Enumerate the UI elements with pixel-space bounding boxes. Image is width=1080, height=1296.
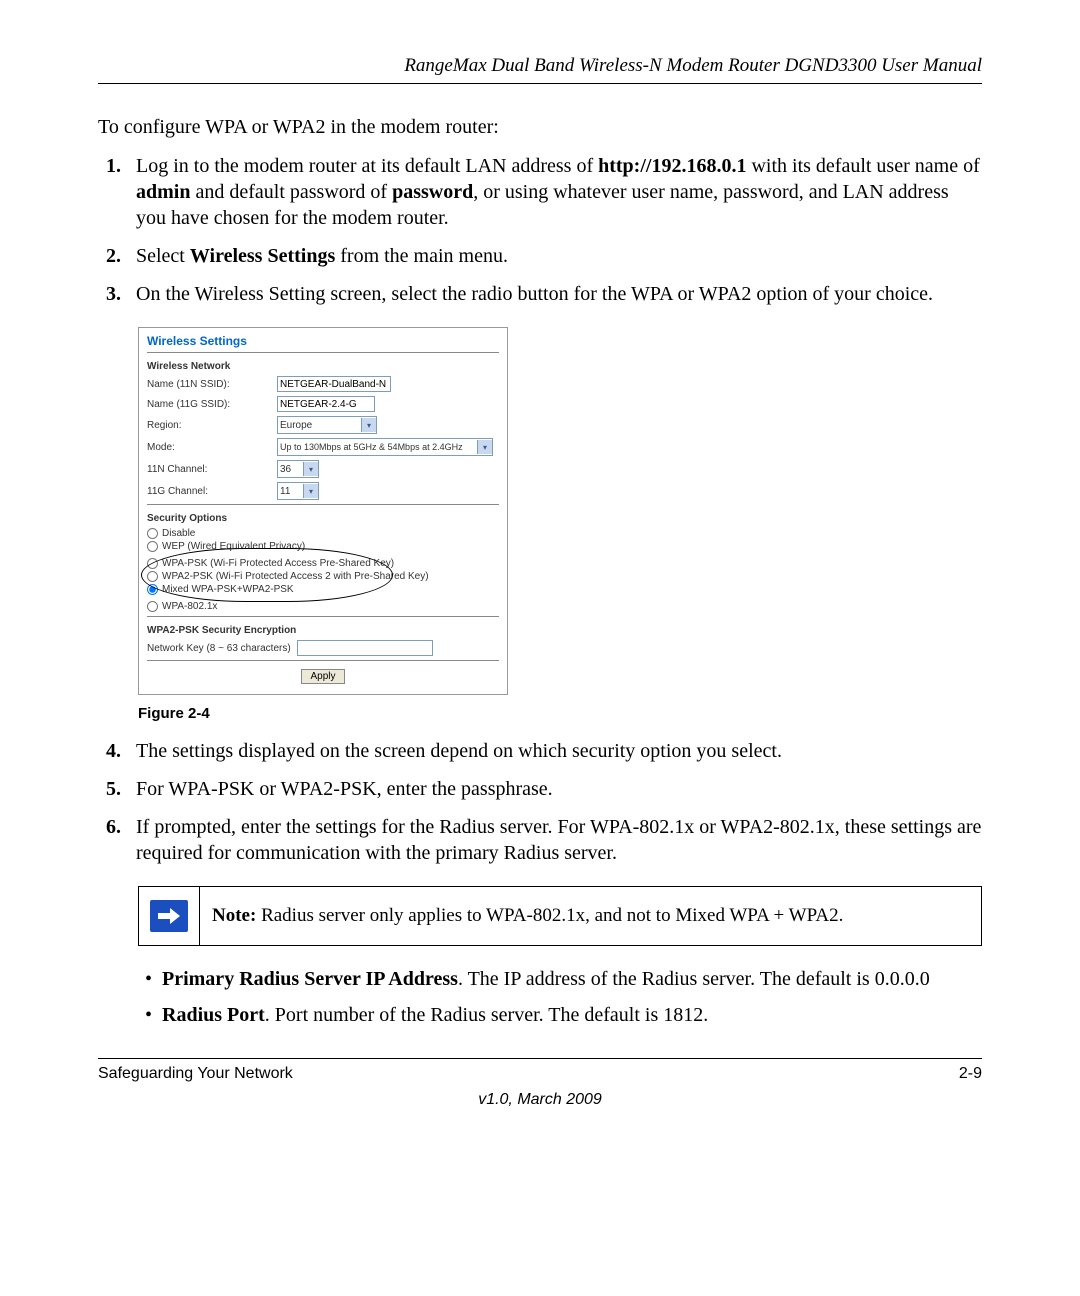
radio-disable-label: Disable	[162, 528, 195, 539]
section-security-options: Security Options	[147, 513, 499, 524]
step2-a: Select	[136, 245, 190, 267]
radio-wpa2-psk-label: WPA2-PSK (Wi-Fi Protected Access 2 with …	[162, 571, 429, 582]
radio-8021x-label: WPA-802.1x	[162, 601, 217, 612]
label-11g-channel: 11G Channel:	[147, 486, 277, 497]
radio-8021x[interactable]: WPA-802.1x	[147, 601, 499, 612]
step-2: Select Wireless Settings from the main m…	[126, 243, 982, 269]
note-text: Note: Radius server only applies to WPA-…	[200, 887, 981, 945]
step-5: For WPA-PSK or WPA2-PSK, enter the passp…	[126, 776, 982, 802]
chevron-down-icon: ▾	[303, 462, 318, 476]
label-network-key: Network Key (8 ~ 63 characters)	[147, 643, 297, 654]
bullet1-text: . The IP address of the Radius server. T…	[458, 968, 930, 990]
label-11n-channel: 11N Channel:	[147, 464, 277, 475]
step2-b: from the main menu.	[335, 245, 508, 267]
radio-mixed[interactable]: Mixed WPA-PSK+WPA2-PSK	[147, 584, 499, 595]
step-3: On the Wireless Setting screen, select t…	[126, 281, 982, 307]
radio-disable[interactable]: Disable	[147, 528, 499, 539]
step1-a: Log in to the modem router at its defaul…	[136, 155, 598, 177]
chevron-down-icon: ▾	[303, 484, 318, 498]
intro-text: To configure WPA or WPA2 in the modem ro…	[98, 116, 982, 139]
bullet2-text: . Port number of the Radius server. The …	[265, 1004, 708, 1026]
select-11n-channel[interactable]: 36 ▾	[277, 460, 319, 478]
bullet1-bold: Primary Radius Server IP Address	[162, 968, 458, 990]
step1-c: and default password of	[190, 181, 392, 203]
bullet-radius-port: Radius Port. Port number of the Radius s…	[162, 1002, 982, 1028]
step1-url: http://192.168.0.1	[598, 155, 746, 177]
input-11n-ssid[interactable]	[277, 376, 391, 392]
select-region-value: Europe	[280, 420, 357, 431]
input-11g-ssid[interactable]	[277, 396, 375, 412]
page-footer: Safeguarding Your Network 2-9	[98, 1058, 982, 1083]
note-body: Radius server only applies to WPA-802.1x…	[256, 905, 843, 926]
radio-wep-label: WEP (Wired Equivalent Privacy)	[162, 541, 305, 552]
step1-pwd: password	[392, 181, 473, 203]
note-box: Note: Radius server only applies to WPA-…	[138, 886, 982, 946]
step1-admin: admin	[136, 181, 190, 203]
label-mode: Mode:	[147, 442, 277, 453]
label-11g-ssid: Name (11G SSID):	[147, 399, 277, 410]
step-4: The settings displayed on the screen dep…	[126, 738, 982, 764]
section-wireless-network: Wireless Network	[147, 361, 499, 372]
input-network-key[interactable]	[297, 640, 433, 656]
callout-circle: WPA-PSK (Wi-Fi Protected Access Pre-Shar…	[147, 554, 499, 599]
select-11n-channel-value: 36	[280, 464, 299, 475]
radio-mixed-label: Mixed WPA-PSK+WPA2-PSK	[162, 584, 294, 595]
version-text: v1.0, March 2009	[98, 1091, 982, 1109]
doc-header: RangeMax Dual Band Wireless-N Modem Rout…	[98, 55, 982, 84]
label-region: Region:	[147, 420, 277, 431]
select-11g-channel-value: 11	[280, 486, 299, 497]
note-icon-cell	[139, 887, 200, 945]
step-6: If prompted, enter the settings for the …	[126, 814, 982, 866]
wireless-settings-panel: Wireless Settings Wireless Network Name …	[138, 327, 508, 695]
section-encryption: WPA2-PSK Security Encryption	[147, 625, 499, 636]
select-mode-value: Up to 130Mbps at 5GHz & 54Mbps at 2.4GHz	[280, 442, 473, 452]
note-lead: Note:	[212, 905, 256, 926]
radio-wpa-psk[interactable]: WPA-PSK (Wi-Fi Protected Access Pre-Shar…	[147, 558, 499, 569]
radio-wpa-psk-label: WPA-PSK (Wi-Fi Protected Access Pre-Shar…	[162, 558, 394, 569]
radio-wpa2-psk[interactable]: WPA2-PSK (Wi-Fi Protected Access 2 with …	[147, 571, 499, 582]
bullet-primary-radius: Primary Radius Server IP Address. The IP…	[162, 966, 982, 992]
chevron-down-icon: ▾	[477, 440, 492, 454]
bullet2-bold: Radius Port	[162, 1004, 265, 1026]
panel-title: Wireless Settings	[147, 334, 499, 348]
select-mode[interactable]: Up to 130Mbps at 5GHz & 54Mbps at 2.4GHz…	[277, 438, 493, 456]
footer-left: Safeguarding Your Network	[98, 1065, 293, 1083]
step2-bold: Wireless Settings	[190, 245, 335, 267]
select-region[interactable]: Europe ▾	[277, 416, 377, 434]
arrow-right-icon	[150, 900, 188, 932]
label-11n-ssid: Name (11N SSID):	[147, 379, 277, 390]
apply-button[interactable]: Apply	[301, 669, 344, 684]
select-11g-channel[interactable]: 11 ▾	[277, 482, 319, 500]
figure-caption: Figure 2-4	[138, 705, 982, 722]
footer-right: 2-9	[959, 1065, 982, 1083]
figure-wrap: Wireless Settings Wireless Network Name …	[138, 327, 982, 695]
step-1: Log in to the modem router at its defaul…	[126, 153, 982, 231]
radio-wep[interactable]: WEP (Wired Equivalent Privacy)	[147, 541, 499, 552]
chevron-down-icon: ▾	[361, 418, 376, 432]
step1-b: with its default user name of	[746, 155, 979, 177]
